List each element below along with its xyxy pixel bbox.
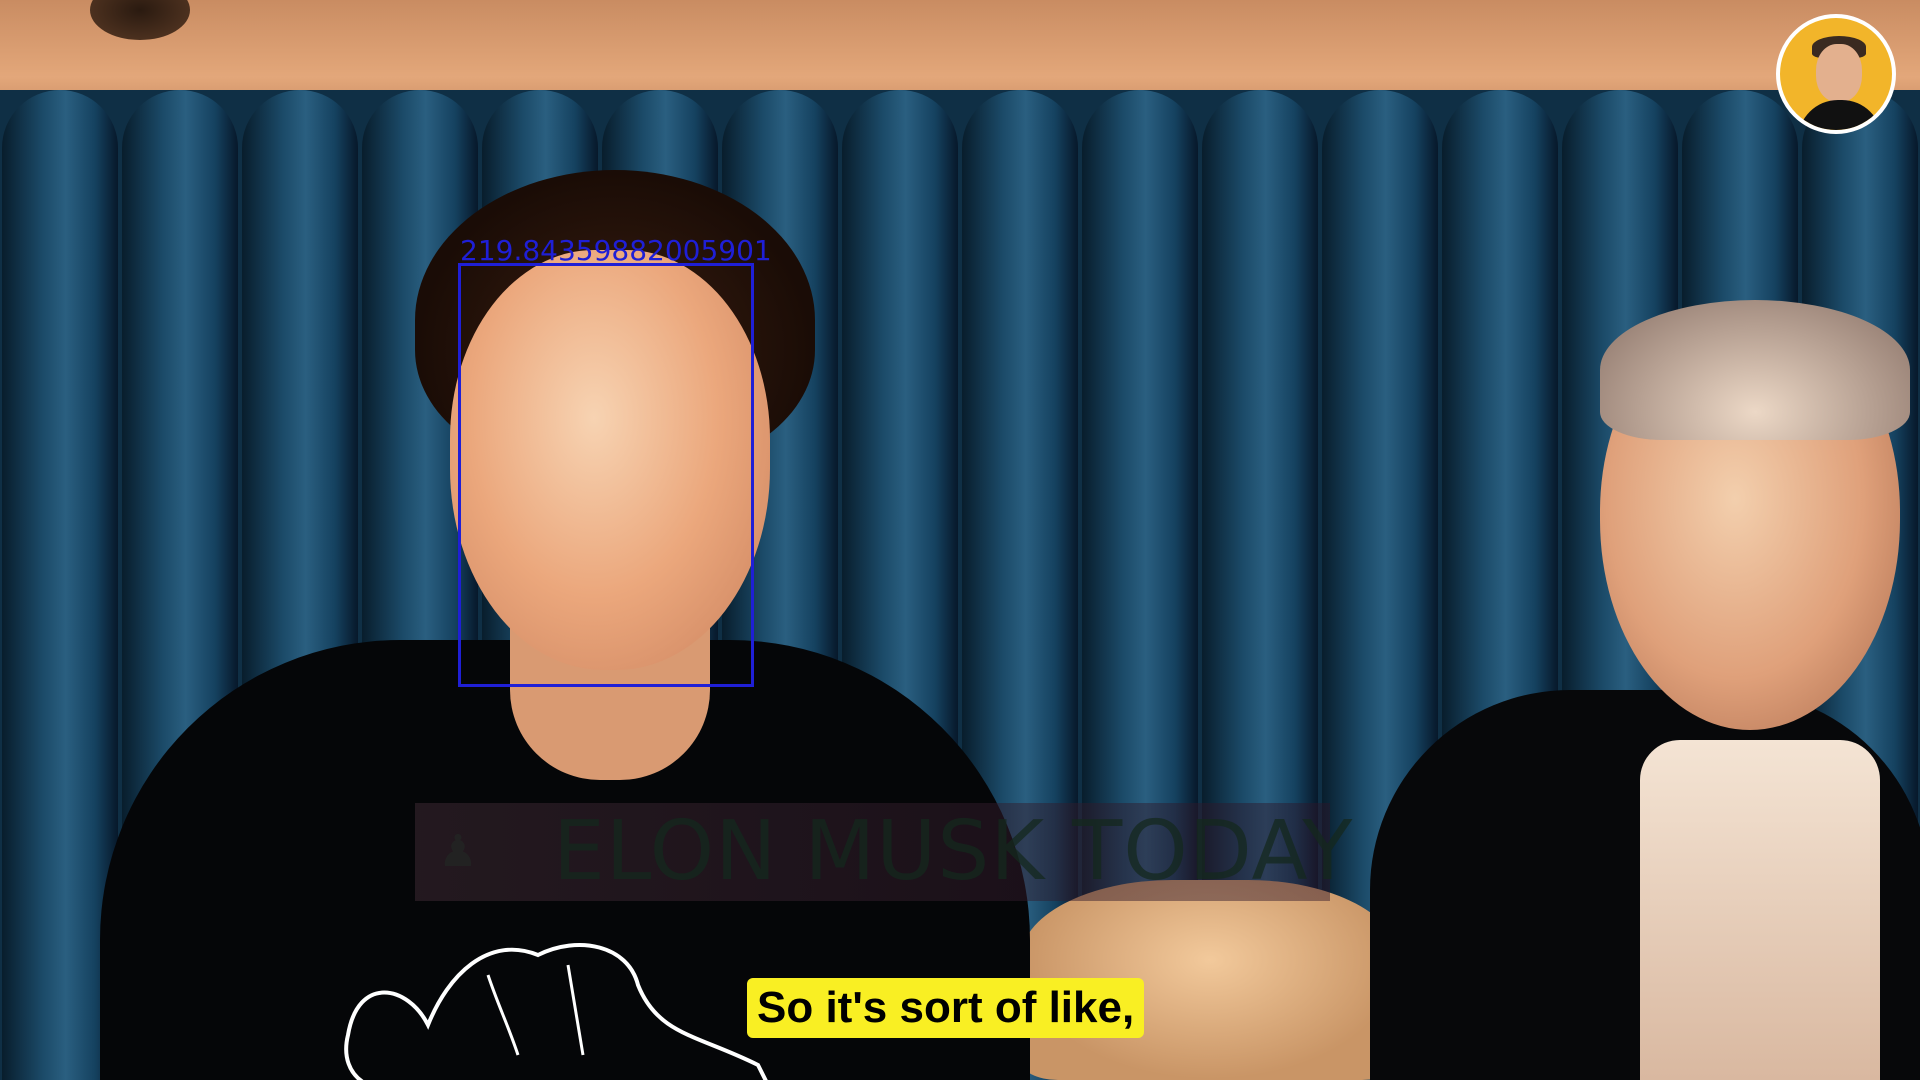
avatar-face — [1816, 44, 1862, 102]
video-frame: 219.84359882005901 ♟ ELON MUSK TODAY So … — [0, 0, 1920, 1080]
subtitle-caption: So it's sort of like, — [747, 978, 1145, 1038]
face-detection-box — [458, 263, 754, 687]
watermark-banner: ♟ ELON MUSK TODAY — [415, 803, 1352, 901]
speaker-right-shirt — [1640, 740, 1880, 1080]
speaker-right-hair — [1600, 300, 1910, 440]
avatar-suit — [1798, 100, 1882, 130]
watermark-text: ELON MUSK TODAY — [553, 804, 1354, 899]
lamp — [90, 0, 190, 40]
person-icon: ♟ — [438, 827, 478, 876]
channel-logo[interactable] — [1776, 14, 1896, 134]
face-detection-score: 219.84359882005901 — [460, 234, 772, 267]
cowboy-hat-icon — [344, 943, 768, 1080]
